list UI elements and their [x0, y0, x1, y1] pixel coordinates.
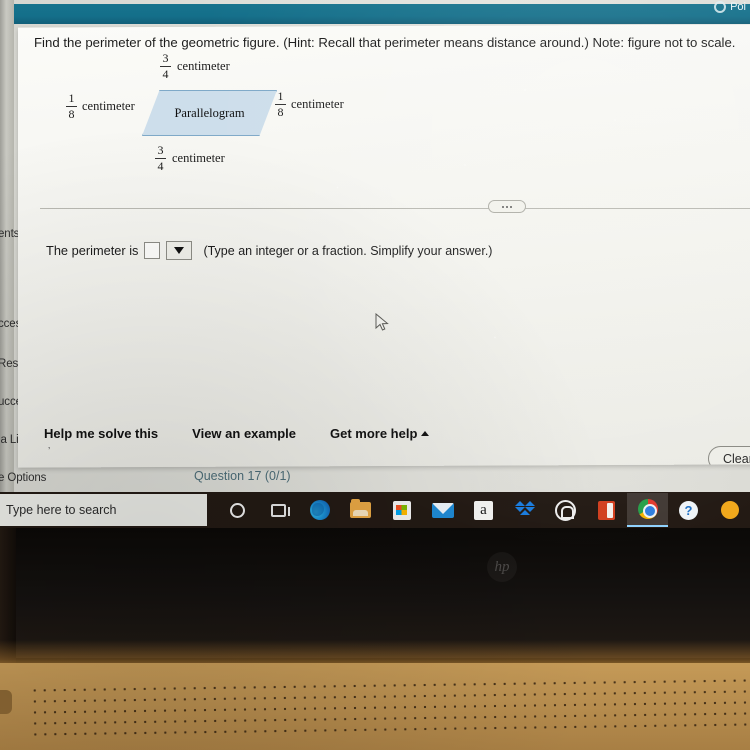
view-an-example-link[interactable]: View an example: [192, 426, 296, 441]
figure-label-left: 1 8 centimeter: [66, 91, 135, 121]
sidebar-item-more-options[interactable]: e Options: [0, 472, 46, 484]
unit-right: centimeter: [291, 96, 344, 111]
help-icon[interactable]: ?: [668, 493, 709, 527]
fraction-bottom: 3 4: [155, 143, 166, 173]
exercise-panel: Find the perimeter of the geometric figu…: [18, 24, 750, 468]
partial-icon[interactable]: [709, 493, 750, 527]
mail-icon[interactable]: [422, 493, 463, 527]
fraction-left: 1 8: [66, 91, 77, 121]
chevron-up-icon: [421, 431, 430, 436]
office-icon[interactable]: [586, 493, 627, 527]
search-input[interactable]: Type here to search: [0, 494, 207, 526]
taskbar-icons: a ?: [217, 493, 750, 527]
unit-bottom: centimeter: [172, 150, 225, 165]
section-divider: [40, 208, 750, 209]
mouse-cursor: [375, 313, 389, 331]
clear-all-button[interactable]: Clear a: [708, 446, 750, 468]
banner-points-label: Poi: [730, 1, 746, 13]
unit-top: centimeter: [177, 58, 230, 73]
laptop-bezel: [0, 528, 750, 658]
edge-icon[interactable]: [299, 493, 340, 527]
question-prompt: Find the perimeter of the geometric figu…: [34, 35, 736, 50]
house-icon[interactable]: [545, 493, 586, 527]
hp-logo: hp: [487, 552, 517, 582]
answer-hint: (Type an integer or a fraction. Simplify…: [203, 243, 493, 258]
speaker-grille: [29, 674, 750, 741]
question-status: Question 17 (0/1): [194, 469, 291, 483]
app-banner: Poi: [13, 1, 750, 24]
help-me-solve-this-link[interactable]: Help me solve this: [44, 426, 158, 441]
task-view-icon[interactable]: [258, 493, 299, 527]
points-circle-icon: [714, 1, 727, 13]
stray-mark: ’: [48, 446, 51, 457]
fraction-top: 3 4: [160, 51, 171, 81]
laptop-photo: Poi ents ccess Resourc uccess ia Library…: [0, 0, 750, 750]
more-options-ellipsis-icon[interactable]: [488, 200, 526, 213]
answer-unit-dropdown[interactable]: [166, 241, 193, 260]
microsoft-store-icon[interactable]: [381, 493, 422, 527]
parallelogram: Parallelogram: [142, 90, 277, 136]
answer-row: The perimeter is (Type an integer or a f…: [46, 241, 492, 260]
fraction-right: 1 8: [275, 89, 286, 119]
laptop-screen: Poi ents ccess Resourc uccess ia Library…: [0, 0, 750, 529]
dropbox-icon[interactable]: [504, 493, 545, 527]
get-more-help-link[interactable]: Get more help: [330, 426, 430, 441]
chevron-down-icon: [174, 247, 185, 254]
figure-label-right: 1 8 centimeter: [275, 89, 344, 119]
help-links: Help me solve this View an example Get m…: [44, 426, 430, 441]
banner-points: Poi: [714, 1, 746, 13]
windows-taskbar: Type here to search a ?: [0, 492, 750, 528]
parallelogram-label: Parallelogram: [174, 105, 245, 120]
figure-label-bottom: 3 4 centimeter: [155, 143, 225, 173]
amazon-icon[interactable]: a: [463, 493, 504, 527]
base-notch: [0, 690, 12, 714]
unit-left: centimeter: [82, 98, 135, 113]
geometric-figure: 3 4 centimeter 1 8 centimeter Parallelog…: [30, 51, 370, 182]
cortana-icon[interactable]: [217, 493, 258, 527]
chrome-icon[interactable]: [627, 493, 668, 527]
file-explorer-icon[interactable]: [340, 493, 381, 527]
answer-input[interactable]: [144, 242, 161, 259]
figure-label-top: 3 4 centimeter: [160, 51, 230, 81]
sidebar-item-assignments[interactable]: ents: [0, 228, 19, 240]
answer-prefix-label: The perimeter is: [46, 243, 139, 258]
